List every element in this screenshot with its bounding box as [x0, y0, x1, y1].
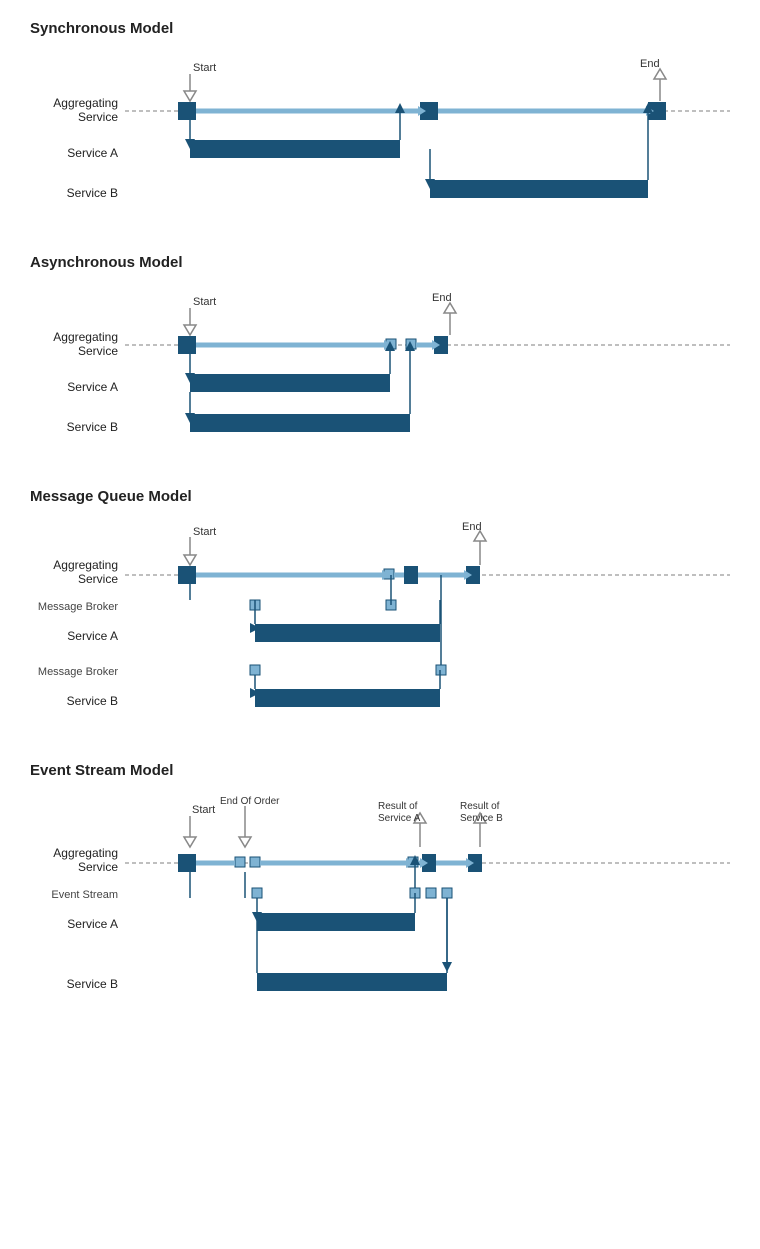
- sync-title: Synchronous Model: [30, 20, 730, 37]
- svg-text:Service A: Service A: [67, 146, 118, 160]
- msgqueue-diagram: Aggregating Service Message Broker Servi…: [30, 517, 730, 722]
- svg-text:Service A: Service A: [67, 380, 118, 394]
- svg-text:Message Broker: Message Broker: [38, 666, 118, 678]
- svg-text:Aggregating: Aggregating: [53, 96, 118, 110]
- msgqueue-svg: Aggregating Service Message Broker Servi…: [30, 517, 730, 717]
- svg-text:Service: Service: [78, 110, 118, 124]
- svg-text:Aggregating: Aggregating: [53, 846, 118, 860]
- svg-text:Service: Service: [78, 344, 118, 358]
- svg-text:End: End: [640, 58, 660, 70]
- msgqueue-title: Message Queue Model: [30, 488, 730, 505]
- svg-text:Service A: Service A: [67, 917, 118, 931]
- svg-text:Service B: Service B: [67, 694, 118, 708]
- svg-text:Service B: Service B: [67, 420, 118, 434]
- sync-section: Synchronous Model Aggregating Service Se…: [30, 20, 730, 214]
- svg-text:Aggregating: Aggregating: [53, 558, 118, 572]
- sync-diagram: Aggregating Service Service A Service B …: [30, 49, 730, 214]
- svg-text:Service A: Service A: [67, 629, 118, 643]
- svg-text:Service B: Service B: [67, 977, 118, 991]
- svg-text:Service: Service: [78, 572, 118, 586]
- sync-svg: Aggregating Service Service A Service B …: [30, 49, 730, 209]
- async-title: Asynchronous Model: [30, 254, 730, 271]
- msgqueue-section: Message Queue Model Aggregating Service …: [30, 488, 730, 722]
- svg-text:Result of: Result of: [460, 801, 500, 812]
- svg-text:Service B: Service B: [67, 186, 118, 200]
- async-section: Asynchronous Model Aggregating Service S…: [30, 254, 730, 448]
- svg-text:Service: Service: [78, 860, 118, 874]
- svg-text:End: End: [462, 521, 482, 533]
- async-diagram: Aggregating Service Service A Service B …: [30, 283, 730, 448]
- eventstream-section: Event Stream Model Aggregating Service E…: [30, 762, 730, 1016]
- svg-text:End: End: [432, 292, 452, 304]
- svg-text:Start: Start: [193, 296, 216, 308]
- async-svg: Aggregating Service Service A Service B …: [30, 283, 730, 443]
- svg-text:Service A: Service A: [378, 813, 421, 824]
- svg-text:Event Stream: Event Stream: [51, 889, 118, 901]
- svg-text:Start: Start: [193, 62, 216, 74]
- eventstream-diagram: Aggregating Service Event Stream Service…: [30, 791, 730, 1016]
- svg-text:End Of Order: End Of Order: [220, 796, 280, 807]
- svg-text:Message Broker: Message Broker: [38, 601, 118, 613]
- svg-text:Start: Start: [193, 526, 216, 538]
- svg-text:Aggregating: Aggregating: [53, 330, 118, 344]
- svg-text:Start: Start: [192, 804, 215, 816]
- svg-text:Result of: Result of: [378, 801, 418, 812]
- eventstream-title: Event Stream Model: [30, 762, 730, 779]
- svg-text:Service B: Service B: [460, 813, 503, 824]
- eventstream-svg: Aggregating Service Event Stream Service…: [30, 791, 730, 1011]
